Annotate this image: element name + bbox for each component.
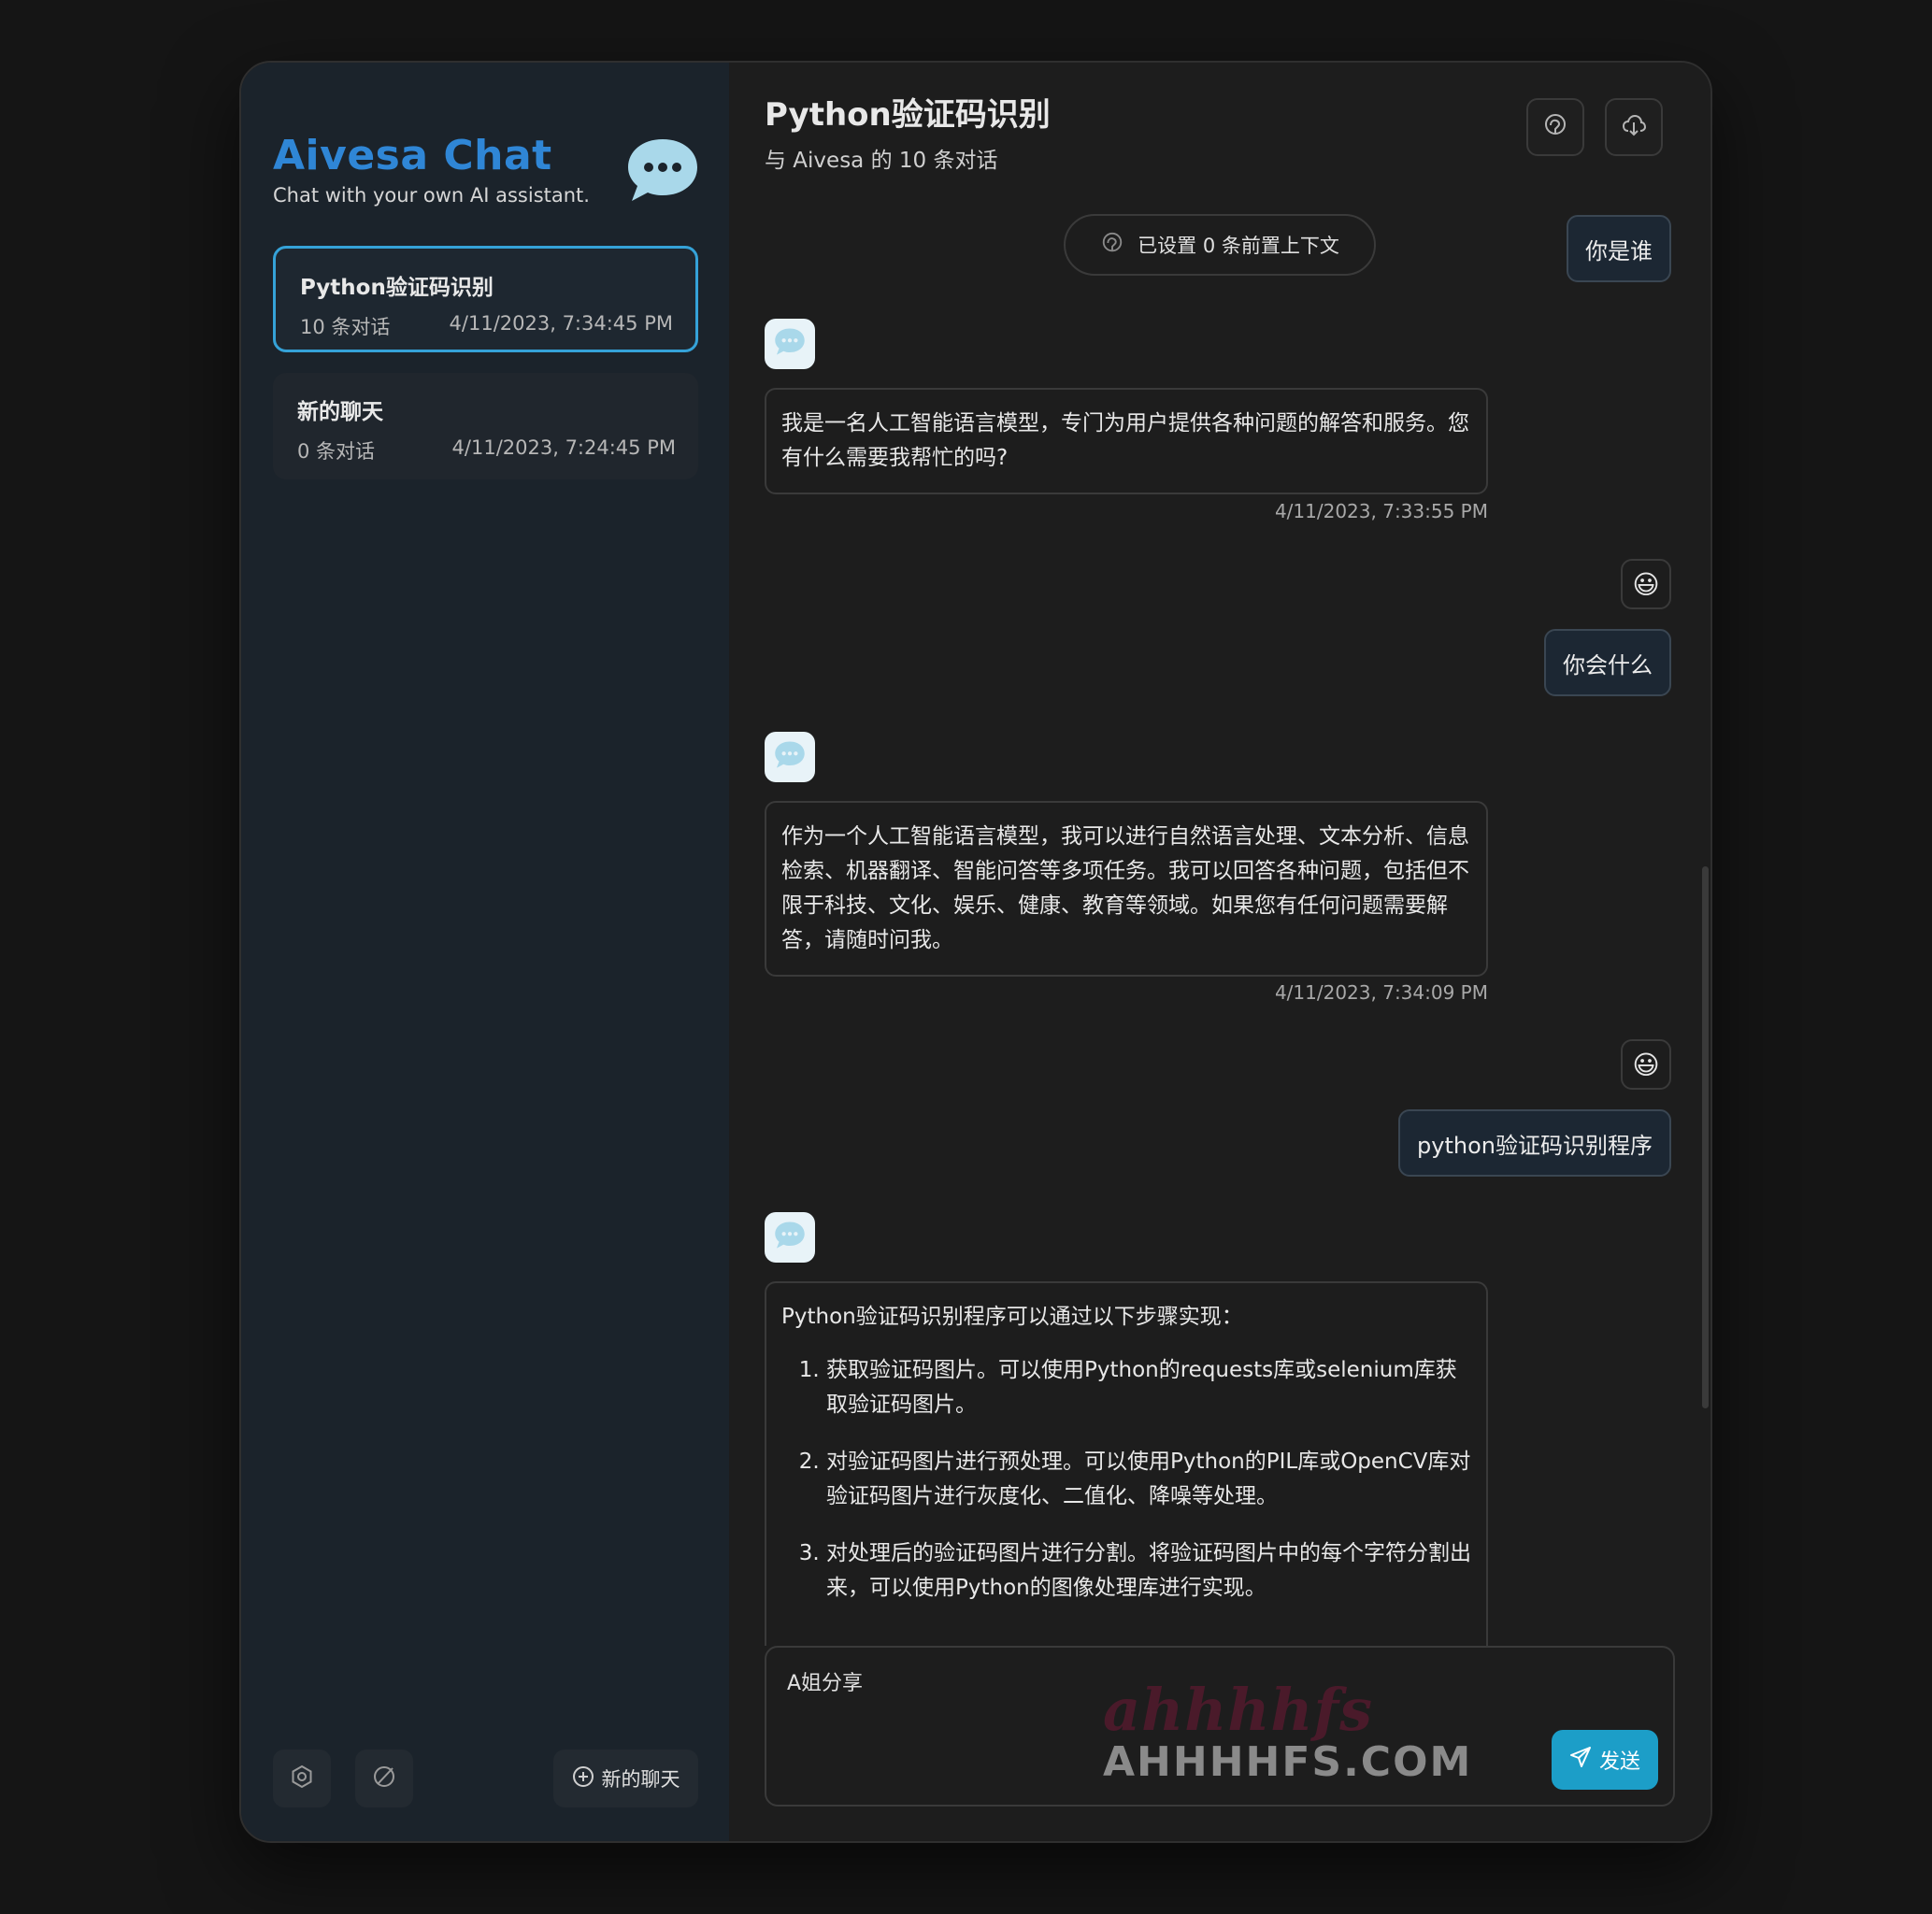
ai-message-intro: Python验证码识别程序可以通过以下步骤实现：	[781, 1305, 1243, 1329]
chat-list-item-python[interactable]: Python验证码识别 10 条对话 4/11/2023, 7:34:45 PM	[273, 246, 698, 352]
user-avatar: 😃	[1621, 1039, 1671, 1090]
ai-message: Python验证码识别程序可以通过以下步骤实现： 获取验证码图片。可以使用Pyt…	[765, 1281, 1488, 1646]
clear-icon	[372, 1764, 396, 1793]
chat-bubble-icon	[773, 739, 807, 775]
smiley-icon: 😃	[1632, 568, 1660, 600]
send-icon	[1569, 1746, 1592, 1774]
chat-bubble-icon	[773, 1220, 807, 1255]
chat-item-count: 10 条对话	[300, 316, 391, 338]
app-subtitle: Chat with your own AI assistant.	[273, 184, 590, 207]
watermark-script: ahhhhfs	[1103, 1676, 1374, 1744]
chat-item-count: 0 条对话	[297, 440, 376, 463]
export-button[interactable]	[1605, 98, 1663, 156]
clear-button[interactable]	[355, 1750, 413, 1807]
message-time: 4/11/2023, 7:34:09 PM	[1274, 981, 1488, 1004]
user-avatar: 😃	[1621, 559, 1671, 609]
prompt-icon	[1100, 231, 1124, 260]
sidebar: Aivesa Chat Chat with your own AI assist…	[241, 63, 730, 1841]
chat-item-time: 4/11/2023, 7:34:45 PM	[449, 312, 673, 335]
chat-subtitle: 与 Aivesa 的 10 条对话	[765, 149, 998, 173]
user-message: 你是谁	[1567, 215, 1671, 282]
scrollbar[interactable]	[1702, 866, 1709, 1408]
chat-item-title: 新的聊天	[297, 400, 383, 424]
prompt-button[interactable]	[1526, 98, 1584, 156]
chat-bubble-icon	[624, 134, 701, 208]
settings-button[interactable]	[273, 1750, 331, 1807]
settings-icon	[290, 1764, 314, 1793]
chat-bubble-icon	[773, 326, 807, 362]
app-window: Aivesa Chat Chat with your own AI assist…	[239, 61, 1712, 1843]
user-message: 你会什么	[1544, 629, 1671, 696]
send-button[interactable]: 发送	[1552, 1730, 1658, 1790]
user-message: python验证码识别程序	[1398, 1109, 1671, 1177]
cloud-download-icon	[1621, 112, 1647, 142]
context-pill-label: 已设置 0 条前置上下文	[1138, 235, 1339, 257]
ai-message-steps: 获取验证码图片。可以使用Python的requests库或selenium库获取…	[781, 1353, 1471, 1606]
ai-message: 作为一个人工智能语言模型，我可以进行自然语言处理、文本分析、信息检索、机器翻译、…	[765, 801, 1488, 977]
prompt-icon	[1542, 112, 1568, 142]
context-pill[interactable]: 已设置 0 条前置上下文	[1064, 214, 1376, 276]
message-input-text: A姐分享	[787, 1672, 864, 1695]
ai-message: 我是一名人工智能语言模型，专门为用户提供各种问题的解答和服务。您有什么需要我帮忙…	[765, 388, 1488, 494]
ai-avatar	[765, 732, 815, 782]
ai-avatar	[765, 319, 815, 369]
new-chat-label: 新的聊天	[601, 1768, 680, 1791]
send-label: 发送	[1598, 1750, 1640, 1774]
chat-item-title: Python验证码识别	[300, 276, 494, 300]
chat-list-item-new[interactable]: 新的聊天 0 条对话 4/11/2023, 7:24:45 PM	[273, 373, 698, 479]
new-chat-button[interactable]: 新的聊天	[553, 1750, 698, 1807]
ai-message-step: 获取验证码图片。可以使用Python的requests库或selenium库获取…	[826, 1353, 1471, 1422]
message-input[interactable]: A姐分享 ahhhhfs AHHHHFS.COM 发送	[765, 1646, 1675, 1807]
chat-item-time: 4/11/2023, 7:24:45 PM	[451, 436, 676, 459]
chat-title: Python验证码识别	[765, 96, 1051, 134]
message-time: 4/11/2023, 7:33:55 PM	[1274, 500, 1488, 522]
ai-message-step: 对验证码图片进行预处理。可以使用Python的PIL库或OpenCV库对验证码图…	[826, 1445, 1471, 1514]
chat-main: Python验证码识别 与 Aivesa 的 10 条对话 你是谁 已设置 0 …	[729, 63, 1710, 1841]
smiley-icon: 😃	[1632, 1049, 1660, 1080]
app-title: Aivesa Chat	[273, 132, 552, 179]
watermark-domain: AHHHHFS.COM	[1103, 1738, 1473, 1786]
ai-avatar	[765, 1212, 815, 1263]
ai-message-step: 对处理后的验证码图片进行分割。将验证码图片中的每个字符分割出来，可以使用Pyth…	[826, 1536, 1471, 1606]
watermark: ahhhhfs AHHHHFS.COM	[1103, 1676, 1472, 1786]
add-icon	[572, 1765, 594, 1793]
